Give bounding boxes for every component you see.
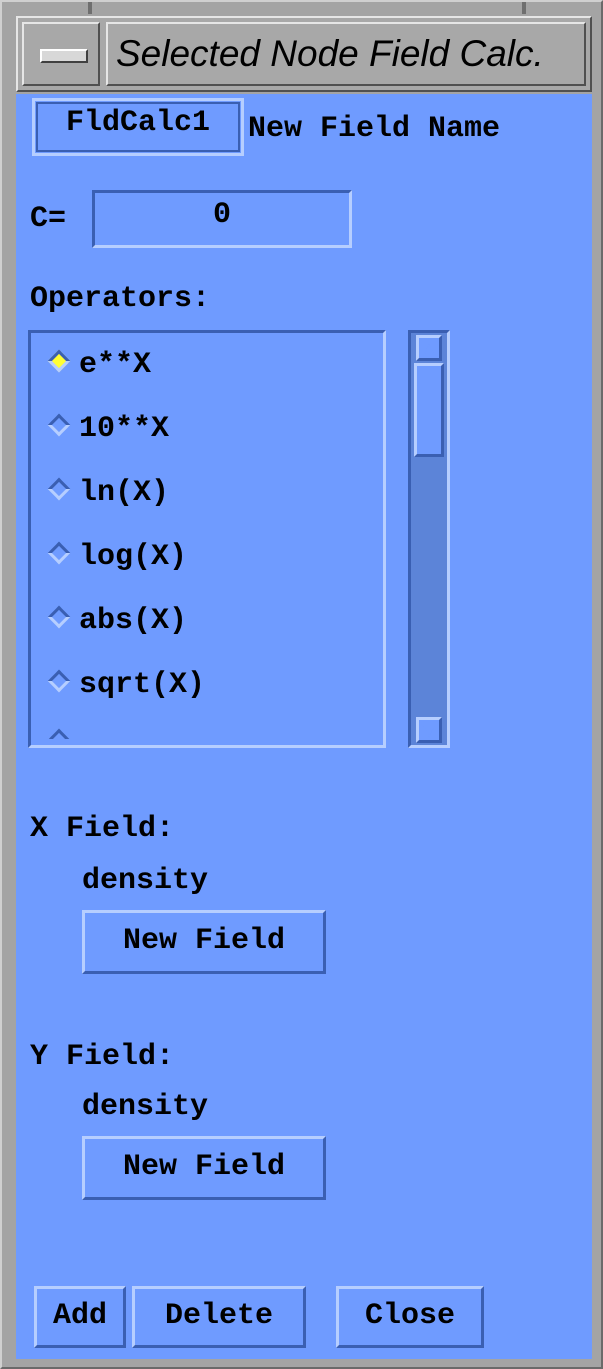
y-field-label: Y Field:	[30, 1040, 175, 1074]
scroll-down-arrow-icon[interactable]: ▽	[416, 717, 442, 744]
scroll-thumb[interactable]	[414, 363, 444, 457]
operator-option[interactable]: sqrt(X)	[47, 665, 205, 705]
operator-option[interactable]: 10**X	[47, 409, 169, 449]
radio-icon	[47, 477, 71, 501]
operator-option[interactable]: log(X)	[47, 537, 187, 577]
operator-option[interactable]: abs(X)	[47, 601, 187, 641]
x-field-value: density	[82, 864, 209, 898]
dialog-body: FldCalc1 New Field Name C= 0 Operators: …	[16, 94, 592, 1359]
close-button[interactable]: Close	[336, 1286, 484, 1348]
x-field-label: X Field:	[30, 812, 175, 846]
radio-icon	[47, 669, 71, 693]
frame-resize-notch[interactable]	[522, 2, 526, 14]
scroll-up-arrow-icon[interactable]: △	[416, 335, 442, 362]
operator-option[interactable]: e**X	[47, 345, 151, 385]
delete-button[interactable]: Delete	[132, 1286, 306, 1348]
frame-resize-notch[interactable]	[88, 2, 92, 14]
operators-label: Operators:	[30, 282, 211, 316]
radio-icon	[47, 541, 71, 565]
radio-icon	[47, 728, 71, 739]
radio-icon	[47, 413, 71, 437]
constant-label: C=	[30, 202, 67, 236]
operator-option-partial	[47, 727, 247, 739]
window-title: Selected Node Field Calc.	[106, 22, 586, 86]
constant-input[interactable]: 0	[92, 190, 352, 248]
operator-option[interactable]: ln(X)	[47, 473, 169, 513]
operators-scrollbar[interactable]: △ ▽	[408, 330, 450, 748]
y-field-value: density	[82, 1090, 209, 1124]
y-new-field-button[interactable]: New Field	[82, 1136, 326, 1200]
field-name-input[interactable]: FldCalc1	[32, 98, 244, 156]
window-menu-icon	[40, 49, 88, 63]
field-name-label: New Field Name	[248, 112, 501, 146]
window-frame: Selected Node Field Calc. FldCalc1 New F…	[0, 0, 603, 1369]
operators-list[interactable]: e**X 10**X ln(X) log(X) abs(X) sqrt(X)	[28, 330, 386, 748]
x-new-field-button[interactable]: New Field	[82, 910, 326, 974]
title-bar[interactable]: Selected Node Field Calc.	[16, 16, 592, 92]
window-menu-button[interactable]	[22, 22, 100, 86]
add-button[interactable]: Add	[34, 1286, 126, 1348]
radio-icon	[47, 605, 71, 629]
radio-selected-icon	[47, 349, 71, 373]
